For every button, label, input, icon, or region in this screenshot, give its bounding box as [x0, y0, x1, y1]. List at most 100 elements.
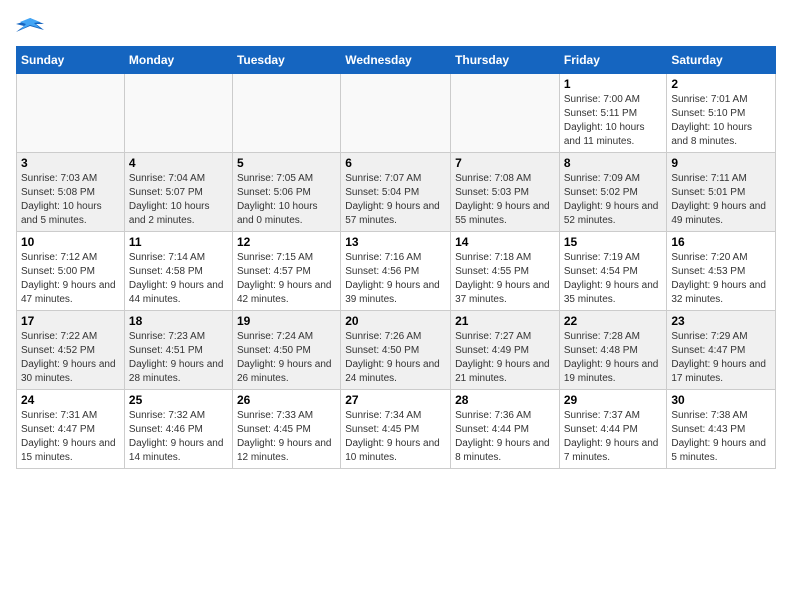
day-number: 14	[455, 235, 555, 249]
day-number: 12	[237, 235, 336, 249]
day-info: Sunrise: 7:29 AM Sunset: 4:47 PM Dayligh…	[671, 330, 771, 386]
calendar-cell: 29 Sunrise: 7:37 AM Sunset: 4:44 PM Dayli…	[559, 390, 667, 469]
day-number: 30	[671, 393, 771, 407]
calendar-cell: 10 Sunrise: 7:12 AM Sunset: 5:00 PM Dayli…	[17, 232, 125, 311]
day-info: Sunrise: 7:03 AM Sunset: 5:08 PM Dayligh…	[21, 172, 120, 228]
calendar-cell	[451, 74, 560, 153]
header	[16, 16, 776, 38]
day-number: 4	[129, 156, 228, 170]
calendar-cell: 23 Sunrise: 7:29 AM Sunset: 4:47 PM Dayli…	[667, 311, 776, 390]
day-number: 24	[21, 393, 120, 407]
calendar-cell: 17 Sunrise: 7:22 AM Sunset: 4:52 PM Dayli…	[17, 311, 125, 390]
day-info: Sunrise: 7:22 AM Sunset: 4:52 PM Dayligh…	[21, 330, 120, 386]
day-info: Sunrise: 7:09 AM Sunset: 5:02 PM Dayligh…	[564, 172, 663, 228]
calendar-cell: 20 Sunrise: 7:26 AM Sunset: 4:50 PM Dayli…	[341, 311, 451, 390]
day-number: 26	[237, 393, 336, 407]
logo-bird-icon	[16, 16, 44, 38]
day-info: Sunrise: 7:26 AM Sunset: 4:50 PM Dayligh…	[345, 330, 446, 386]
weekday-header: Monday	[124, 47, 232, 74]
day-info: Sunrise: 7:15 AM Sunset: 4:57 PM Dayligh…	[237, 251, 336, 307]
weekday-header: Wednesday	[341, 47, 451, 74]
calendar-cell: 5 Sunrise: 7:05 AM Sunset: 5:06 PM Daylig…	[232, 153, 340, 232]
weekday-header: Thursday	[451, 47, 560, 74]
weekday-header: Sunday	[17, 47, 125, 74]
day-info: Sunrise: 7:20 AM Sunset: 4:53 PM Dayligh…	[671, 251, 771, 307]
calendar-cell: 14 Sunrise: 7:18 AM Sunset: 4:55 PM Dayli…	[451, 232, 560, 311]
calendar-cell: 27 Sunrise: 7:34 AM Sunset: 4:45 PM Dayli…	[341, 390, 451, 469]
day-info: Sunrise: 7:14 AM Sunset: 4:58 PM Dayligh…	[129, 251, 228, 307]
day-info: Sunrise: 7:07 AM Sunset: 5:04 PM Dayligh…	[345, 172, 446, 228]
day-number: 22	[564, 314, 663, 328]
day-number: 29	[564, 393, 663, 407]
day-number: 28	[455, 393, 555, 407]
day-number: 1	[564, 77, 663, 91]
calendar-cell: 9 Sunrise: 7:11 AM Sunset: 5:01 PM Daylig…	[667, 153, 776, 232]
calendar-cell: 21 Sunrise: 7:27 AM Sunset: 4:49 PM Dayli…	[451, 311, 560, 390]
weekday-header: Friday	[559, 47, 667, 74]
day-number: 6	[345, 156, 446, 170]
calendar-cell: 28 Sunrise: 7:36 AM Sunset: 4:44 PM Dayli…	[451, 390, 560, 469]
day-number: 7	[455, 156, 555, 170]
day-info: Sunrise: 7:36 AM Sunset: 4:44 PM Dayligh…	[455, 409, 555, 465]
calendar-cell: 19Sunrise: 7:24 AM Sunset: 4:50 PM Dayli…	[232, 311, 340, 390]
weekday-header: Tuesday	[232, 47, 340, 74]
day-number: 11	[129, 235, 228, 249]
day-info: Sunrise: 7:05 AM Sunset: 5:06 PM Dayligh…	[237, 172, 336, 228]
day-number: 5	[237, 156, 336, 170]
calendar-cell: 18 Sunrise: 7:23 AM Sunset: 4:51 PM Dayli…	[124, 311, 232, 390]
calendar-cell: 2 Sunrise: 7:01 AM Sunset: 5:10 PM Daylig…	[667, 74, 776, 153]
calendar-cell: 26 Sunrise: 7:33 AM Sunset: 4:45 PM Dayli…	[232, 390, 340, 469]
day-info: Sunrise: 7:28 AM Sunset: 4:48 PM Dayligh…	[564, 330, 663, 386]
calendar-cell: 1 Sunrise: 7:00 AM Sunset: 5:11 PM Daylig…	[559, 74, 667, 153]
calendar-cell: 15 Sunrise: 7:19 AM Sunset: 4:54 PM Dayli…	[559, 232, 667, 311]
day-number: 9	[671, 156, 771, 170]
day-info: Sunrise: 7:16 AM Sunset: 4:56 PM Dayligh…	[345, 251, 446, 307]
calendar-cell	[232, 74, 340, 153]
day-info: Sunrise: 7:11 AM Sunset: 5:01 PM Dayligh…	[671, 172, 771, 228]
calendar-cell: 13 Sunrise: 7:16 AM Sunset: 4:56 PM Dayli…	[341, 232, 451, 311]
day-info: Sunrise: 7:00 AM Sunset: 5:11 PM Dayligh…	[564, 93, 663, 149]
calendar-cell: 24Sunrise: 7:31 AM Sunset: 4:47 PM Dayli…	[17, 390, 125, 469]
day-number: 23	[671, 314, 771, 328]
day-number: 25	[129, 393, 228, 407]
calendar-cell: 11 Sunrise: 7:14 AM Sunset: 4:58 PM Dayli…	[124, 232, 232, 311]
day-number: 18	[129, 314, 228, 328]
day-info: Sunrise: 7:37 AM Sunset: 4:44 PM Dayligh…	[564, 409, 663, 465]
day-number: 2	[671, 77, 771, 91]
calendar-cell	[341, 74, 451, 153]
calendar-cell: 6 Sunrise: 7:07 AM Sunset: 5:04 PM Daylig…	[341, 153, 451, 232]
calendar-cell: 8 Sunrise: 7:09 AM Sunset: 5:02 PM Daylig…	[559, 153, 667, 232]
day-number: 27	[345, 393, 446, 407]
day-info: Sunrise: 7:27 AM Sunset: 4:49 PM Dayligh…	[455, 330, 555, 386]
calendar-cell	[124, 74, 232, 153]
calendar-cell: 16Sunrise: 7:20 AM Sunset: 4:53 PM Dayli…	[667, 232, 776, 311]
day-number: 3	[21, 156, 120, 170]
calendar-cell: 7 Sunrise: 7:08 AM Sunset: 5:03 PM Daylig…	[451, 153, 560, 232]
day-info: Sunrise: 7:34 AM Sunset: 4:45 PM Dayligh…	[345, 409, 446, 465]
calendar-cell: 4 Sunrise: 7:04 AM Sunset: 5:07 PM Daylig…	[124, 153, 232, 232]
calendar-cell: 25Sunrise: 7:32 AM Sunset: 4:46 PM Dayli…	[124, 390, 232, 469]
calendar-cell: 12 Sunrise: 7:15 AM Sunset: 4:57 PM Dayli…	[232, 232, 340, 311]
day-number: 17	[21, 314, 120, 328]
day-number: 10	[21, 235, 120, 249]
day-info: Sunrise: 7:23 AM Sunset: 4:51 PM Dayligh…	[129, 330, 228, 386]
day-info: Sunrise: 7:18 AM Sunset: 4:55 PM Dayligh…	[455, 251, 555, 307]
weekday-header: Saturday	[667, 47, 776, 74]
day-number: 15	[564, 235, 663, 249]
logo	[16, 16, 48, 38]
day-number: 13	[345, 235, 446, 249]
day-info: Sunrise: 7:38 AM Sunset: 4:43 PM Dayligh…	[671, 409, 771, 465]
day-info: Sunrise: 7:12 AM Sunset: 5:00 PM Dayligh…	[21, 251, 120, 307]
calendar: SundayMondayTuesdayWednesdayThursdayFrid…	[16, 46, 776, 469]
calendar-cell: 3 Sunrise: 7:03 AM Sunset: 5:08 PM Daylig…	[17, 153, 125, 232]
day-number: 20	[345, 314, 446, 328]
day-info: Sunrise: 7:33 AM Sunset: 4:45 PM Dayligh…	[237, 409, 336, 465]
day-info: Sunrise: 7:04 AM Sunset: 5:07 PM Dayligh…	[129, 172, 228, 228]
day-number: 8	[564, 156, 663, 170]
calendar-cell	[17, 74, 125, 153]
day-info: Sunrise: 7:01 AM Sunset: 5:10 PM Dayligh…	[671, 93, 771, 149]
day-info: Sunrise: 7:08 AM Sunset: 5:03 PM Dayligh…	[455, 172, 555, 228]
day-number: 21	[455, 314, 555, 328]
day-info: Sunrise: 7:24 AM Sunset: 4:50 PM Dayligh…	[237, 330, 336, 386]
day-info: Sunrise: 7:19 AM Sunset: 4:54 PM Dayligh…	[564, 251, 663, 307]
